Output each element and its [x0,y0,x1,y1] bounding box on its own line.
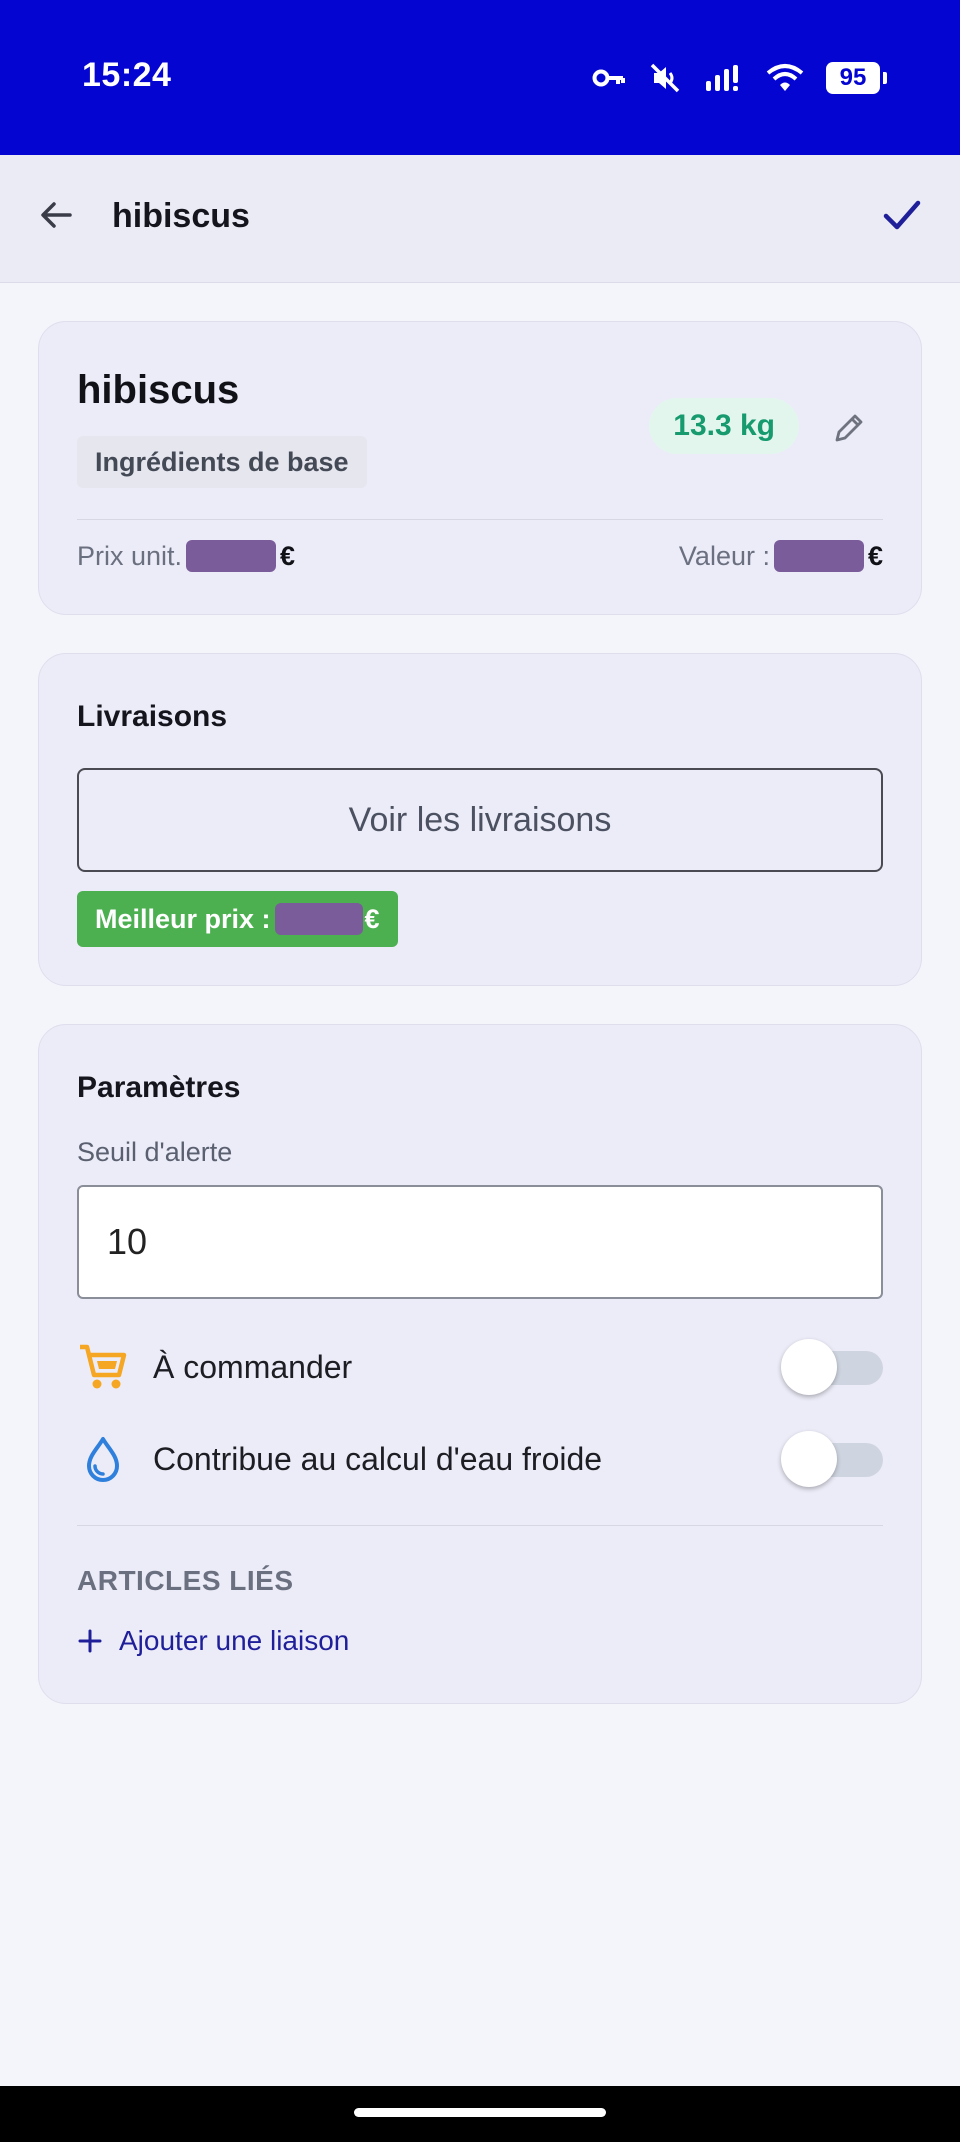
unit-price-currency: € [280,540,296,571]
signal-icon [706,65,738,91]
stock-value: Valeur : € [679,540,883,572]
stock-value-currency: € [867,540,883,571]
add-link-label: Ajouter une liaison [119,1625,350,1656]
unit-price: Prix unit. € [77,540,295,572]
redacted-unit-price [186,540,277,572]
redacted-stock-value [773,540,864,572]
deliveries-card: Livraisons Voir les livraisons Meilleur … [38,653,922,986]
home-indicator[interactable] [354,2108,606,2117]
shopping-cart-icon [80,1344,127,1389]
status-bar: 15:24 95 [0,0,960,155]
linked-articles-heading: ARTICLES LIÉS [77,1565,294,1596]
status-time: 15:24 [82,56,172,94]
navigation-bar [0,2086,960,2142]
add-link-button[interactable]: Ajouter une liaison [77,1625,349,1657]
best-price-currency: € [364,903,380,934]
alert-threshold-label: Seuil d'alerte [77,1137,233,1167]
page-title: hibiscus [112,197,250,235]
back-arrow-icon[interactable] [36,195,76,235]
edit-pencil-icon[interactable] [831,410,867,446]
view-deliveries-button[interactable]: Voir les livraisons [77,768,883,872]
water-drop-icon [87,1437,119,1482]
confirm-check-icon[interactable] [880,193,924,237]
category-chip: Ingrédients de base [77,436,367,488]
divider [77,1525,883,1526]
cold-water-row: Contribue au calcul d'eau froide [77,1427,883,1491]
vpn-key-icon [592,69,625,87]
to-order-toggle[interactable] [781,1339,883,1395]
plus-icon [78,1629,102,1653]
divider [77,519,883,520]
quantity-badge: 13.3 kg [649,398,799,454]
cold-water-toggle[interactable] [781,1431,883,1487]
app-bar: hibiscus [0,155,960,283]
status-icons: 95 [592,58,887,98]
battery-icon: 95 [826,62,887,94]
to-order-label: À commander [153,1348,353,1385]
wifi-icon [766,64,804,91]
alert-threshold-input[interactable] [77,1185,883,1299]
toggle-thumb [781,1339,837,1395]
redacted-best-price [274,903,363,935]
mute-icon [650,63,680,93]
settings-title: Paramètres [77,1071,241,1104]
settings-card: Paramètres Seuil d'alerte À commander Co… [38,1024,922,1704]
cold-water-label: Contribue au calcul d'eau froide [153,1440,603,1477]
best-price-badge: Meilleur prix : € [77,891,398,947]
item-summary-card: hibiscus Ingrédients de base 13.3 kg Pri… [38,321,922,615]
item-name: hibiscus [77,368,240,412]
to-order-row: À commander [77,1335,883,1399]
stock-value-label: Valeur : [678,540,770,571]
toggle-thumb [781,1431,837,1487]
unit-price-label: Prix unit. [77,540,183,571]
best-price-label: Meilleur prix : [95,903,271,934]
deliveries-title: Livraisons [77,700,228,733]
